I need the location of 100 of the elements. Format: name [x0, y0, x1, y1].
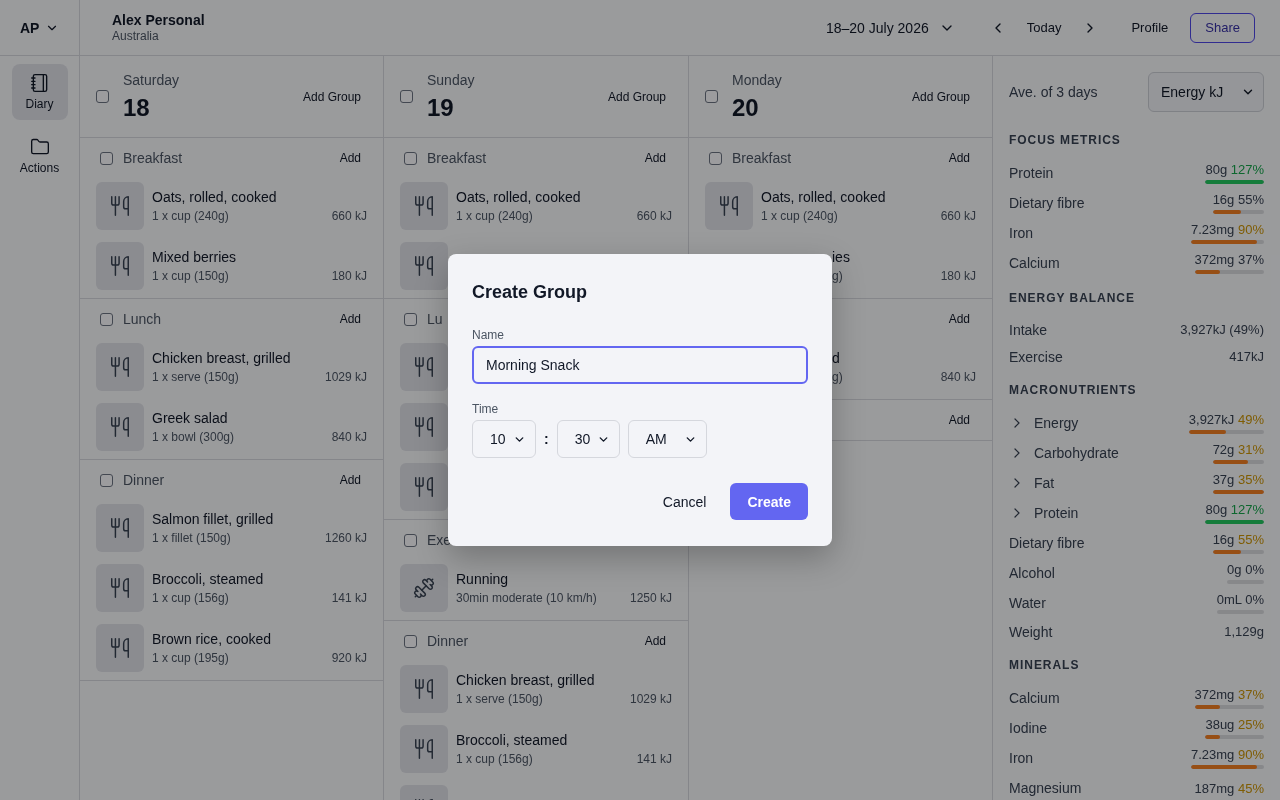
group-name: Lunch — [123, 311, 162, 327]
entry-energy: 141 kJ — [636, 751, 672, 767]
profile-region: Australia — [112, 29, 160, 43]
section-title: FOCUS METRICS — [1009, 133, 1122, 147]
entry-name: Oats, rolled, cooked — [152, 188, 278, 206]
checkbox[interactable] — [100, 312, 113, 326]
entry-serving: 1 x cup (156g) — [152, 590, 230, 606]
utensils-icon — [96, 182, 144, 230]
metric-label: Magnesium — [1009, 780, 1082, 796]
checkbox[interactable] — [709, 151, 722, 165]
checkbox[interactable] — [400, 90, 413, 103]
add-entry-button[interactable]: Add — [333, 147, 367, 169]
add-group-button[interactable]: Add Group — [296, 85, 367, 108]
entry-name: Oats, rolled, cooked — [761, 188, 887, 206]
sidebar-item[interactable]: Actions — [11, 128, 68, 184]
utensils-icon — [705, 182, 753, 230]
entry-serving: g) — [832, 268, 844, 284]
entry-serving: 1 x bowl (300g) — [152, 429, 236, 445]
entry-serving: 30min moderate (10 km/h) — [456, 590, 598, 606]
entry-name: Mixed berries — [152, 248, 238, 266]
today-button[interactable]: Today — [1016, 14, 1072, 41]
share-button[interactable]: Share — [1190, 12, 1255, 43]
checkbox[interactable] — [705, 90, 718, 103]
day-number: 20 — [732, 92, 760, 123]
checkbox[interactable] — [96, 90, 109, 103]
sidebar-item[interactable]: Diary — [11, 64, 68, 120]
entry-energy: 180 kJ — [940, 268, 976, 284]
checkbox[interactable] — [404, 151, 417, 165]
entry-serving: 1 x cup (240g) — [152, 208, 230, 224]
add-entry-button[interactable]: Add — [333, 308, 367, 330]
entry-name: Greek salad — [152, 409, 229, 427]
metric-label: Fat — [1034, 475, 1055, 491]
metric-label: Protein — [1009, 165, 1054, 181]
utensils-icon — [96, 564, 144, 612]
checkbox[interactable] — [100, 151, 113, 165]
checkbox[interactable] — [100, 473, 113, 487]
metric-value: 3,927kJ (49%) — [1180, 322, 1264, 337]
metric-label: Dietary fibre — [1009, 195, 1085, 211]
add-entry-button[interactable]: Add — [942, 409, 976, 431]
metric-value: 80g 127% — [1205, 162, 1264, 177]
metric-select[interactable]: Energy kJ — [1148, 72, 1264, 112]
checkbox[interactable] — [404, 634, 417, 648]
profile-link[interactable]: Profile — [1121, 14, 1179, 41]
metric-label: Calcium — [1009, 690, 1060, 706]
weekday-label: Saturday — [123, 70, 181, 89]
metric-value: 3,927kJ 49% — [1188, 412, 1264, 427]
entry-name: Broccoli, steamed — [456, 731, 569, 749]
account-switcher[interactable]: AP — [14, 15, 66, 40]
hour-select[interactable]: 10 — [472, 420, 536, 458]
add-entry-button[interactable]: Add — [638, 630, 672, 652]
metric-value: 16g 55% — [1212, 532, 1264, 547]
utensils-icon — [96, 242, 144, 290]
create-button[interactable]: Create — [730, 483, 808, 520]
entry-energy: 1029 kJ — [324, 369, 367, 385]
add-group-button[interactable]: Add Group — [601, 85, 672, 108]
group-name: Breakfast — [427, 150, 487, 166]
metric-label: Weight — [1009, 623, 1053, 640]
group-name: Lu — [427, 311, 443, 327]
metric-value: 372mg 37% — [1194, 687, 1264, 702]
add-entry-button[interactable]: Add — [333, 469, 367, 491]
add-group-button[interactable]: Add Group — [905, 85, 976, 108]
entry-serving: g) — [832, 369, 844, 385]
entry-energy: 660 kJ — [940, 208, 976, 224]
dialog-title: Create Group — [472, 281, 589, 304]
checkbox[interactable] — [404, 533, 417, 547]
entry-name: Running — [456, 570, 510, 588]
cancel-button[interactable]: Cancel — [650, 483, 719, 520]
entry-name: Chicken breast, grilled — [152, 349, 292, 367]
group-name: Dinner — [123, 472, 165, 488]
utensils-icon — [400, 463, 448, 511]
day-number: 18 — [123, 92, 151, 123]
entry-name: d — [832, 349, 841, 367]
minute-select[interactable]: 30 — [556, 420, 620, 458]
entry-energy: 180 kJ — [331, 268, 367, 284]
notebook-icon — [29, 73, 50, 93]
metric-value: 0g 0% — [1227, 562, 1264, 577]
dumbbell-icon — [400, 564, 448, 612]
utensils-icon — [400, 403, 448, 451]
add-entry-button[interactable]: Add — [942, 147, 976, 169]
entry-name: Brown rice, cooked — [152, 630, 273, 648]
checkbox[interactable] — [404, 312, 417, 326]
utensils-icon — [96, 624, 144, 672]
metric-value: 7.23mg 90% — [1190, 747, 1264, 762]
entry-energy: 1250 kJ — [629, 590, 672, 606]
entry-name: Broccoli, steamed — [152, 570, 265, 588]
metric-value: 1,129g — [1224, 624, 1264, 639]
metric-label: Water — [1009, 595, 1046, 611]
name-input[interactable]: Morning Snack — [472, 346, 808, 384]
entry-serving: 1 x cup (156g) — [456, 751, 534, 767]
add-entry-button[interactable]: Add — [638, 147, 672, 169]
utensils-icon — [96, 403, 144, 451]
date-range-picker[interactable]: 18–20 July 2026 — [825, 15, 955, 40]
utensils-icon — [400, 343, 448, 391]
day-number: 19 — [427, 92, 455, 123]
entry-name: Chicken breast, grilled — [456, 671, 596, 689]
entry-name: ies — [832, 248, 851, 266]
entry-serving: 1 x cup (240g) — [761, 208, 839, 224]
period-select[interactable]: AM — [627, 420, 707, 458]
entry-name: Salmon fillet, grilled — [152, 510, 275, 528]
add-entry-button[interactable]: Add — [942, 308, 976, 330]
